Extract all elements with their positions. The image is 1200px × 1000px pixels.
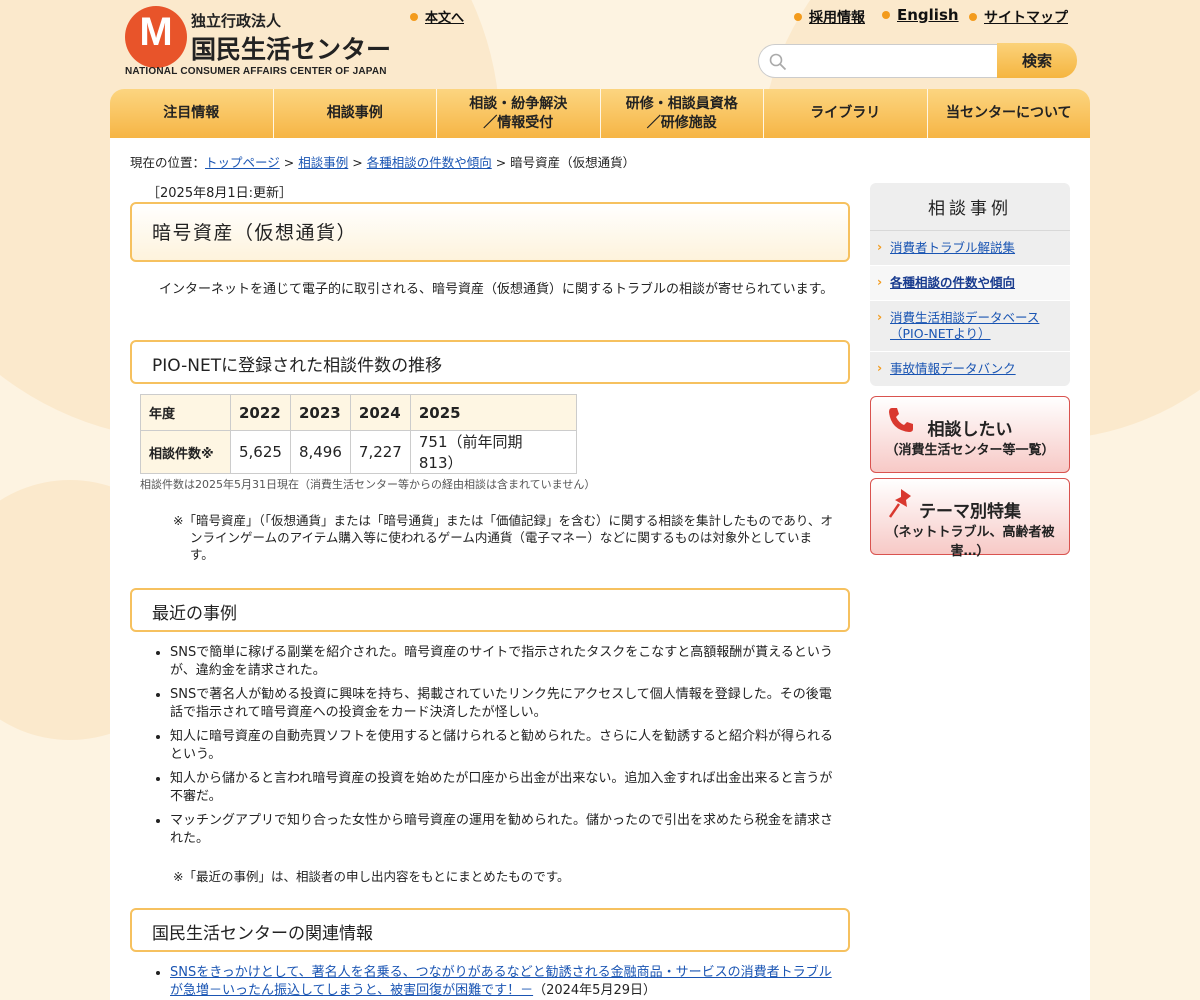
list-item: SNSで著名人が勧める投資に興味を持ち、掲載されていたリンク先にアクセスして個人… [170,686,842,722]
content-panel: 現在の位置：トップページ > 相談事例 > 各種相談の件数や傾向 > 暗号資産（… [110,138,1090,1000]
logo-english: NATIONAL CONSUMER AFFAIRS CENTER OF JAPA… [125,66,387,77]
section-pionet: PIO-NETに登録された相談件数の推移 [130,340,850,384]
related-list: SNSをきっかけとして、著名人を名乗る、つながりがあるなどと勧誘される金融商品・… [152,964,842,1000]
nav-item-cases[interactable]: 相談事例 [274,89,437,138]
consult-banner-title: 相談したい [927,420,1013,440]
sidebar-menu: 相談事例 消費者トラブル解説集 各種相談の件数や傾向 消費生活相談データベース（… [870,183,1070,386]
search-input[interactable] [795,49,990,73]
theme-banner-title: テーマ別特集 [919,502,1021,522]
search-button[interactable]: 検索 [997,43,1077,78]
nav-item-library[interactable]: ライブラリ [764,89,928,138]
nav-item-about[interactable]: 当センターについて [928,89,1091,138]
recruitment-link[interactable]: 採用情報 [794,7,865,27]
list-item: 知人から儲かると言われ暗号資産の投資を始めたが口座から出金が出来ない。追加入金す… [170,770,842,806]
nav-item-consultation[interactable]: 相談・紛争解決 ／情報受付 [437,89,601,138]
search-icon [769,53,787,71]
table-row: 相談件数※ 5,625 8,496 7,227 751（前年同期 813） [140,430,577,474]
consultation-count-table: 年度 2022 2023 2024 2025 相談件数※ 5,625 8,496… [140,394,577,474]
sidebar-item-pionet-db[interactable]: 消費生活相談データベース（PIO-NETより） [870,301,1070,352]
breadcrumb-current: 暗号資産（仮想通貨） [510,155,636,170]
site-logo[interactable]: M 独立行政法人 国民生活センター NATIONAL CONSUMER AFFA… [125,6,395,81]
logo-mark: M [125,6,187,68]
nav-item-featured[interactable]: 注目情報 [110,89,274,138]
logo-subtitle: 独立行政法人 [191,12,282,30]
list-item: 知人に暗号資産の自動売買ソフトを使用すると儲けられると勧められた。さらに人を勧誘… [170,728,842,764]
breadcrumb: 現在の位置：トップページ > 相談事例 > 各種相談の件数や傾向 > 暗号資産（… [130,155,636,170]
intro-text: インターネットを通じて電子的に取引される、暗号資産（仮想通貨）に関するトラブルの… [159,282,834,297]
page-title: 暗号資産（仮想通貨） [152,222,358,244]
section-recent-cases: 最近の事例 [130,588,850,632]
breadcrumb-top[interactable]: トップページ [205,155,280,170]
sitemap-link[interactable]: サイトマップ [969,7,1068,27]
recent-cases-list: SNSで簡単に稼げる副業を紹介された。暗号資産のサイトで指示されたタスクをこなす… [152,644,842,854]
sidebar-item-accident-db[interactable]: 事故情報データバンク [870,352,1070,386]
english-link[interactable]: English [882,6,959,24]
theme-banner-sub: （ネットトラブル、高齢者被害…） [885,525,1055,559]
search-box [758,44,998,78]
page-title-box: 暗号資産（仮想通貨） [130,202,850,262]
logo-title: 国民生活センター [191,35,392,64]
stats-note: 相談件数は2025年5月31日現在（消費生活センター等からの経由相談は含まれてい… [140,478,596,491]
breadcrumb-cases[interactable]: 相談事例 [298,155,348,170]
consult-banner[interactable]: 相談したい （消費生活センター等一覧） [870,396,1070,473]
remark-text: ※「暗号資産」（「仮想通貨」または「暗号通貨」または「価値記録」を含む）に関する… [173,513,833,562]
updated-date: ［2025年8月1日:更新］ [147,186,293,201]
nav-item-training[interactable]: 研修・相談員資格 ／研修施設 [601,89,764,138]
related-link[interactable]: SNSをきっかけとして、著名人を名乗る、つながりがあるなどと勧誘される金融商品・… [170,965,832,998]
list-item: SNSで簡単に稼げる副業を紹介された。暗号資産のサイトで指示されたタスクをこなす… [170,644,842,680]
sidebar-title: 相談事例 [870,183,1070,231]
sidebar-item-trouble-guide[interactable]: 消費者トラブル解説集 [870,231,1070,266]
sidebar: 相談事例 消費者トラブル解説集 各種相談の件数や傾向 消費生活相談データベース（… [870,183,1070,559]
list-item: SNSをきっかけとして、著名人を名乗る、つながりがあるなどと勧誘される金融商品・… [170,964,842,1000]
consult-banner-sub: （消費生活センター等一覧） [885,443,1055,458]
cases-note: ※「最近の事例」は、相談者の申し出内容をもとにまとめたものです。 [173,869,570,884]
table-row: 年度 2022 2023 2024 2025 [140,394,577,431]
theme-banner[interactable]: テーマ別特集 （ネットトラブル、高齢者被害…） [870,478,1070,559]
skip-to-content-link[interactable]: 本文へ [410,7,464,26]
breadcrumb-stats[interactable]: 各種相談の件数や傾向 [367,155,492,170]
main-nav: 注目情報 相談事例 相談・紛争解決 ／情報受付 研修・相談員資格 ／研修施設 ラ… [110,89,1090,138]
sidebar-item-stats[interactable]: 各種相談の件数や傾向 [870,266,1070,301]
list-item: マッチングアプリで知り合った女性から暗号資産の運用を勧められた。儲かったので引出… [170,812,842,848]
section-related: 国民生活センターの関連情報 [130,908,850,952]
